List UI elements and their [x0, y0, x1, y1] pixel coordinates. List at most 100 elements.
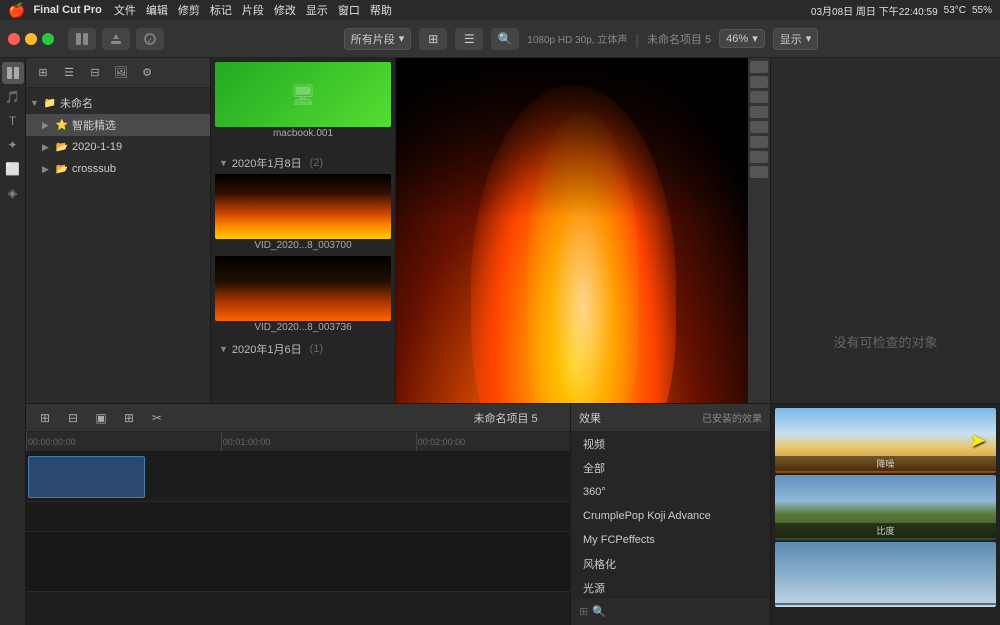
sidebar-gen-btn[interactable]: ◈ — [2, 182, 24, 204]
list-view-btn[interactable]: ☰ — [455, 28, 483, 50]
macbook-thumb-img: 🖥 — [215, 62, 391, 127]
tree-arrow-library: ▼ — [30, 98, 40, 108]
sidebar-photos-btn[interactable]: 🎵 — [2, 86, 24, 108]
effects-thumb-contrast[interactable]: 比度 — [775, 475, 996, 540]
all-clips-dropdown[interactable]: 所有片段 ▾ — [344, 28, 412, 50]
effects-installed-label: 已安装的效果 — [702, 410, 762, 425]
ruler-mark-0: 00:00:00:00 — [26, 432, 76, 451]
vid-003736-thumbnail[interactable]: VID_2020...8_003736 — [215, 256, 391, 334]
smart-collection-icon: ⭐ — [55, 118, 69, 132]
film-hole-5 — [750, 121, 768, 133]
effects-title: 效果 — [579, 410, 601, 426]
section-label-jan8: 2020年1月8日 — [232, 155, 302, 171]
film-hole-6 — [750, 136, 768, 148]
lib-tool-1[interactable]: ⊞ — [32, 64, 54, 82]
tree-arrow-smart: ▶ — [42, 120, 52, 131]
grid-view-btn[interactable]: ⊞ — [419, 28, 447, 50]
effects-thumb-denoise[interactable]: ➤ 降噪 — [775, 408, 996, 473]
effects-item-stylize[interactable]: 风格化 — [571, 552, 770, 576]
effects-panel: 效果 已安装的效果 视频 全部 360° CrumplePop Koji Adv… — [570, 403, 1000, 625]
menubar-date: 03月08日 周日 下午22:40:59 — [811, 3, 938, 18]
menu-window[interactable]: 窗口 — [338, 2, 360, 18]
effects-thumb-clouds[interactable] — [775, 542, 996, 607]
share-btn[interactable]: ✓ — [136, 28, 164, 50]
lib-tool-2[interactable]: ☰ — [58, 64, 80, 82]
macbook-thumb-label: macbook.001 — [215, 127, 391, 140]
menubar-status: 03月08日 周日 下午22:40:59 53°C 55% — [811, 3, 992, 18]
effects-thumb-clouds-label — [775, 603, 996, 605]
timeline-clip-1[interactable] — [28, 456, 145, 498]
close-button[interactable] — [8, 33, 20, 45]
effects-thumb-row-3 — [775, 542, 996, 607]
timeline-tool-3[interactable]: ▣ — [90, 408, 112, 428]
effects-thumb-row-2: 比度 — [775, 475, 996, 540]
effects-item-light[interactable]: 光源 — [571, 576, 770, 597]
effects-search-bar: ⊞ 🔍 — [571, 597, 770, 625]
section-header-jan6: ▼ 2020年1月6日 (1) — [215, 338, 391, 360]
ruler-mark-1: 00:01:00:00 — [221, 432, 271, 451]
menu-modify[interactable]: 修改 — [274, 2, 296, 18]
timeline-tool-2[interactable]: ⊟ — [62, 408, 84, 428]
lib-tool-5[interactable]: ⚙ — [136, 64, 158, 82]
effects-item-all[interactable]: 全部 — [571, 456, 770, 480]
effects-item-video[interactable]: 视频 — [571, 432, 770, 456]
import-btn[interactable] — [102, 28, 130, 50]
section-count-jan8: (2) — [310, 157, 323, 169]
effects-item-crumplepop[interactable]: CrumplePop Koji Advance — [571, 504, 770, 528]
vid-003736-img — [215, 256, 391, 321]
resolution-label: 1080p HD 30p, 立体声 — [527, 31, 627, 46]
minimize-button[interactable] — [25, 33, 37, 45]
vid-003700-thumbnail[interactable]: VID_2020...8_003700 — [215, 174, 391, 252]
timeline-tool-1[interactable]: ⊞ — [34, 408, 56, 428]
menu-mark[interactable]: 标记 — [210, 2, 232, 18]
menu-clip[interactable]: 片段 — [242, 2, 264, 18]
zoom-dropdown[interactable]: 46% ▾ — [719, 29, 765, 48]
effects-list: 效果 已安装的效果 视频 全部 360° CrumplePop Koji Adv… — [571, 404, 771, 625]
menubar-battery: 55% — [972, 5, 992, 16]
film-hole-7 — [750, 151, 768, 163]
menu-file[interactable]: 文件 — [114, 2, 136, 18]
sidebar-transitions-btn[interactable]: ⬜ — [2, 158, 24, 180]
sidebar-titles-btn[interactable]: T — [2, 110, 24, 132]
effects-item-360[interactable]: 360° — [571, 480, 770, 504]
folder-icon-2020-1-19: 📂 — [55, 140, 69, 154]
thumb-arrow-icon: ➤ — [969, 428, 986, 453]
effects-item-myfcp[interactable]: My FCPeffects — [571, 528, 770, 552]
menu-help[interactable]: 帮助 — [370, 2, 392, 18]
sidebar-fx-btn[interactable]: ✦ — [2, 134, 24, 156]
timeline-tool-4[interactable]: ⊞ — [118, 408, 140, 428]
apple-menu[interactable]: 🍎 — [8, 2, 25, 19]
effects-thumbnails: ➤ 降噪 比度 — [771, 404, 1000, 625]
effects-filter-icon: ⊞ — [579, 605, 588, 618]
effects-thumb-row-1: ➤ 降噪 — [775, 408, 996, 473]
menu-view[interactable]: 显示 — [306, 2, 328, 18]
film-hole-1 — [750, 61, 768, 73]
separator: | — [635, 31, 639, 47]
sidebar-library-btn[interactable] — [2, 62, 24, 84]
tree-item-2020-1-19[interactable]: ▶ 📂 2020-1-19 — [26, 136, 210, 158]
toolbar: ✓ 所有片段 ▾ ⊞ ☰ 🔍 1080p HD 30p, 立体声 | 未命名项目… — [0, 20, 1000, 58]
app-name[interactable]: Final Cut Pro — [33, 4, 101, 16]
sidebar-icons: 🎵 T ✦ ⬜ ◈ — [0, 58, 26, 625]
tree-item-smart[interactable]: ▶ ⭐ 智能精选 — [26, 114, 210, 136]
macbook-thumbnail[interactable]: 🖥 macbook.001 — [215, 62, 391, 140]
macbook-thumb-container: 🖥 macbook.001 — [211, 58, 395, 148]
lib-tool-3[interactable]: ⊟ — [84, 64, 106, 82]
tree-item-crosssub[interactable]: ▶ 📂 crosssub — [26, 158, 210, 180]
display-dropdown[interactable]: 显示 ▾ — [773, 28, 819, 50]
library-icon-btn[interactable] — [68, 28, 96, 50]
tree-arrow-crosssub: ▶ — [42, 164, 52, 175]
section-arrow-jan6: ▼ — [219, 344, 228, 354]
maximize-button[interactable] — [42, 33, 54, 45]
film-hole-2 — [750, 76, 768, 88]
menu-edit[interactable]: 编辑 — [146, 2, 168, 18]
effects-items: 视频 全部 360° CrumplePop Koji Advance My FC… — [571, 432, 770, 597]
tree-item-library[interactable]: ▼ 📁 未命名 — [26, 92, 210, 114]
effects-thumb-denoise-label: 降噪 — [775, 456, 996, 471]
search-btn[interactable]: 🔍 — [491, 28, 519, 50]
effects-search-icon[interactable]: 🔍 — [592, 605, 606, 618]
vid-003700-label: VID_2020...8_003700 — [215, 239, 391, 252]
lib-tool-4[interactable]: 🖼 — [110, 64, 132, 82]
timeline-clip-tool[interactable]: ✂ — [146, 408, 168, 428]
menu-trim[interactable]: 修剪 — [178, 2, 200, 18]
